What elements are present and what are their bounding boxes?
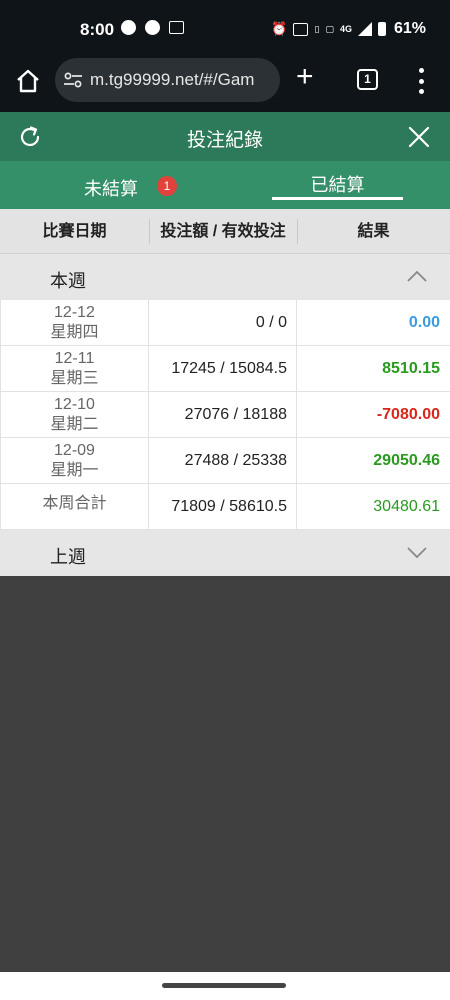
new-tab-button[interactable]: + [296,62,314,92]
row-weekday: 星期四 [50,324,99,341]
tab-bar: 未結算 1 已結算 [0,161,450,209]
page-title: 投注紀錄 [186,130,263,151]
tab-switcher-button[interactable]: 1 [357,69,378,90]
row-weekday: 星期一 [50,462,99,479]
navigation-gesture-bar [0,972,450,1000]
row-weekday: 星期二 [50,416,99,433]
total-result: 30480.61 [373,498,440,515]
row-date: 12-10 [54,396,95,413]
row-result: 0.00 [408,314,440,331]
active-tab-indicator [272,197,403,200]
row-weekday: 星期三 [50,370,99,387]
tab-settled-label: 已結算 [310,175,365,195]
row-bet: 27488 / 25338 [149,438,297,484]
header-date: 比賽日期 [42,223,107,240]
browser-menu-button[interactable] [418,68,424,94]
notification-icons [121,20,184,35]
row-bet: 17245 / 15084.5 [149,346,297,392]
gallery-icon [169,21,184,34]
total-bet: 71809 / 58610.5 [149,484,297,530]
tab-unsettled[interactable]: 未結算 1 [0,161,225,209]
row-bet: 0 / 0 [149,300,297,346]
section-last-week-label: 上週 [50,547,86,567]
bet-records-table: 比賽日期 投注額 / 有效投注 結果 本週 12-12 星期四 0 / 0 0.… [0,209,450,576]
volte-icon: ▢ [325,23,334,34]
url-text[interactable]: m.tg99999.net/#/Gam [90,70,254,90]
close-icon[interactable] [406,124,432,150]
menu-dot [418,89,424,94]
auto-icon [293,22,309,36]
section-this-week-label: 本週 [50,271,86,291]
home-icon[interactable] [15,68,41,94]
header-bet: 投注額 / 有效投注 [160,223,286,240]
browser-toolbar: m.tg99999.net/#/Gam + 1 [0,58,450,112]
total-label: 本周合計 [0,484,149,530]
chevron-down-icon[interactable] [406,544,428,560]
signal-icon [357,22,372,36]
battery-icon [377,22,386,36]
tab-unsettled-label: 未結算 [84,179,138,199]
table-row[interactable]: 12-10 星期二 27076 / 18188 -7080.00 [0,392,450,438]
row-date: 12-12 [54,304,95,321]
row-date-cell: 12-10 星期二 [0,392,149,438]
battery-percent: 61% [393,20,426,37]
row-bet: 27076 / 18188 [149,392,297,438]
row-date: 12-11 [54,350,95,367]
section-this-week[interactable]: 本週 [0,254,450,300]
game-controller-icon [121,20,136,35]
unsettled-count-badge: 1 [157,176,177,196]
row-date-cell: 12-11 星期三 [0,346,149,392]
section-last-week[interactable]: 上週 [0,530,450,576]
row-result: 29050.46 [373,452,440,469]
table-row[interactable]: 12-09 星期一 27488 / 25338 29050.46 [0,438,450,484]
row-date: 12-09 [54,442,95,459]
row-result: -7080.00 [376,406,440,423]
vibrate-icon: ▯ [314,23,320,34]
header-result: 結果 [357,223,390,240]
menu-dot [418,68,424,73]
table-row[interactable]: 12-12 星期四 0 / 0 0.00 [0,300,450,346]
total-row: 本周合計 71809 / 58610.5 30480.61 [0,484,450,530]
menu-dot [418,78,424,84]
site-settings-icon[interactable] [63,72,83,88]
title-bar: 投注紀錄 [0,112,450,161]
network-type-icon: 4G [339,24,352,34]
line-app-icon [145,20,160,35]
home-gesture-handle[interactable] [162,983,286,988]
tab-settled[interactable]: 已結算 [272,161,403,209]
status-bar: 8:00 ⏰ ▯ ▢ 4G 61% [0,0,450,58]
table-header: 比賽日期 投注額 / 有效投注 結果 [0,209,450,254]
row-result: 8510.15 [382,360,440,377]
row-date-cell: 12-12 星期四 [0,300,149,346]
alarm-icon: ⏰ [271,21,288,36]
system-icons: ⏰ ▯ ▢ 4G 61% [271,20,426,38]
table-row[interactable]: 12-11 星期三 17245 / 15084.5 8510.15 [0,346,450,392]
status-time: 8:00 [80,20,115,39]
row-date-cell: 12-09 星期一 [0,438,149,484]
chevron-up-icon[interactable] [406,268,428,284]
address-bar[interactable]: m.tg99999.net/#/Gam [55,58,280,102]
